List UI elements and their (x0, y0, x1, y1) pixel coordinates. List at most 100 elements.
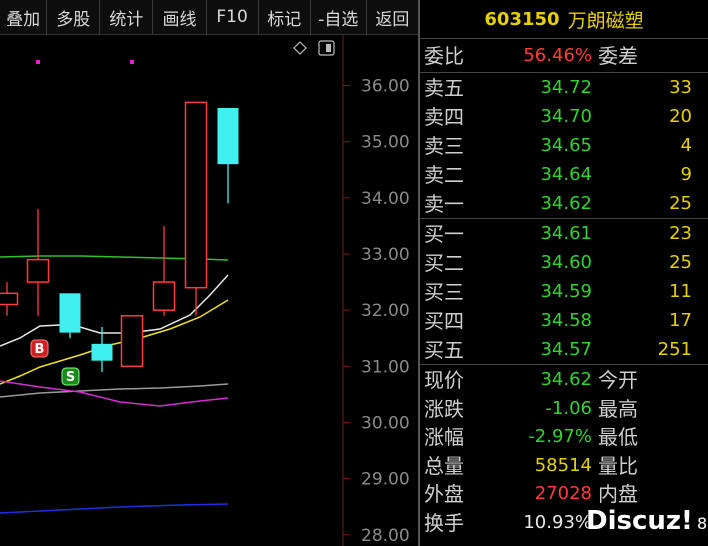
f10-button[interactable]: F10 (207, 0, 259, 34)
stat-value: -2.97% (528, 426, 592, 447)
price-axis-label: 36.00 (361, 77, 410, 97)
stat-label-secondary: 量比 (598, 453, 638, 478)
bid-volume: 23 (669, 223, 692, 244)
stat-label-secondary: 内盘 (598, 482, 638, 506)
marker-dot (130, 60, 134, 64)
ask-price: 34.64 (540, 164, 592, 185)
stock-name: 万朗磁塑 (567, 9, 644, 32)
ask-volume: 9 (680, 164, 692, 185)
ask-volume: 25 (669, 193, 692, 214)
candle-body (184, 101, 208, 289)
overlay-button[interactable]: 叠加 (0, 0, 48, 34)
price-axis-label: 33.00 (361, 245, 410, 265)
separator (420, 218, 708, 219)
bid-row[interactable]: 买三 34.59 11 (420, 278, 708, 306)
stat-row[interactable]: 现价 34.62 今开 (420, 366, 708, 394)
ask-label: 卖五 (424, 76, 464, 100)
diamond-icon[interactable] (293, 41, 307, 55)
stat-row[interactable]: 涨跌 -1.06 最高 (420, 395, 708, 423)
bid-label: 买五 (424, 338, 464, 362)
ask-price: 34.70 (540, 106, 592, 127)
stat-value: -1.06 (545, 397, 592, 419)
candle (184, 101, 208, 316)
bid-row[interactable]: 买一 34.61 23 (420, 220, 708, 248)
buy-marker[interactable]: B (30, 339, 49, 358)
ask-price: 34.72 (540, 77, 592, 98)
candle (0, 282, 19, 316)
weibi-label: 委比 (424, 44, 464, 68)
weibi-value: 56.46% (523, 45, 592, 66)
chart-toolbar: 叠加 多股 统计 画线 F10 标记 -自选 返回 (0, 0, 418, 35)
price-axis-label: 29.00 (361, 470, 410, 490)
stat-label: 外盘 (424, 482, 464, 506)
ask-label: 卖一 (424, 192, 464, 216)
ask-row[interactable]: 卖二 34.64 9 (420, 161, 708, 189)
ask-volume: 20 (669, 106, 692, 127)
bid-label: 买二 (424, 251, 464, 275)
price-axis-label: 32.00 (361, 301, 410, 321)
weibi-row: 委比 56.46% 委差 (420, 42, 708, 70)
bid-price: 34.61 (540, 223, 592, 244)
bid-volume: 251 (657, 339, 692, 360)
candle-body (26, 258, 50, 283)
ask-volume: 4 (680, 135, 692, 156)
bid-row[interactable]: 买二 34.60 25 (420, 249, 708, 277)
buy-marker-label: B (35, 342, 45, 357)
stat-row[interactable]: 外盘 27028 内盘 (420, 480, 708, 508)
ask-volume: 33 (669, 77, 692, 98)
bid-volume: 11 (669, 281, 692, 302)
price-axis-label: 30.00 (361, 413, 410, 433)
price-axis-label: 28.00 (361, 526, 410, 546)
stat-value: 10.93% (523, 511, 592, 533)
statistics-button[interactable]: 统计 (100, 0, 154, 34)
kline-svg[interactable]: 36.00 35.00 34.00 33.00 32.00 31.00 30.00 29.00… (0, 35, 418, 546)
bid-price: 34.59 (540, 281, 592, 302)
candle (120, 315, 144, 368)
stat-row[interactable]: 总量 58514 量比 (420, 452, 708, 480)
bid-price: 34.58 (540, 310, 592, 331)
candle (217, 108, 239, 204)
ask-row[interactable]: 卖四 34.70 20 (420, 103, 708, 131)
ask-price: 34.62 (540, 193, 592, 214)
separator (420, 72, 708, 73)
marker-dots (36, 60, 134, 64)
stock-code: 603150 (484, 8, 560, 30)
stat-value: 27028 (534, 483, 592, 504)
stat-label: 涨跌 (424, 396, 464, 421)
multi-stock-button[interactable]: 多股 (47, 0, 101, 34)
bid-price: 34.57 (540, 339, 592, 360)
stat-label-secondary: 今开 (598, 368, 638, 392)
sell-marker[interactable]: S (61, 367, 80, 386)
candle-body (217, 108, 239, 165)
stat-label-secondary: 最高 (598, 396, 638, 421)
mark-button[interactable]: 标记 (259, 0, 311, 34)
ma-blue-line (0, 503, 229, 514)
bid-row[interactable]: 买四 34.58 17 (420, 307, 708, 335)
bid-row[interactable]: 买五 34.57 251 (420, 336, 708, 364)
draw-line-button[interactable]: 画线 (153, 0, 207, 34)
stat-value: 58514 (534, 454, 592, 476)
price-axis: 36.00 35.00 34.00 33.00 32.00 31.00 30.00 29.00… (343, 77, 410, 546)
bid-label: 买三 (424, 280, 464, 304)
kline-chart[interactable]: 36.00 35.00 34.00 33.00 32.00 31.00 30.00 29.00… (0, 35, 418, 546)
ask-label: 卖四 (424, 105, 464, 129)
bid-label: 买一 (424, 222, 464, 246)
stat-label: 总量 (424, 453, 464, 478)
moving-average-lines (0, 255, 229, 514)
bid-volume: 17 (669, 310, 692, 331)
stat-label: 现价 (424, 368, 464, 392)
ask-label: 卖二 (424, 163, 464, 187)
ask-row[interactable]: 卖三 34.65 4 (420, 132, 708, 160)
stat-label: 涨幅 (424, 425, 464, 449)
quote-panel: 603150 万朗磁塑 委比 56.46% 委差 卖五 34.72 33 卖四 34.7… (420, 0, 708, 546)
back-button[interactable]: 返回 (367, 0, 418, 34)
ask-row[interactable]: 卖一 34.62 25 (420, 190, 708, 218)
candle-body (152, 281, 176, 311)
stat-row[interactable]: 涨幅 -2.97% 最低 (420, 423, 708, 451)
window-toggle-icon[interactable] (318, 40, 335, 56)
price-axis-label: 34.00 (361, 189, 410, 209)
bid-label: 买四 (424, 309, 464, 333)
remove-watchlist-button[interactable]: -自选 (311, 0, 367, 34)
ask-row[interactable]: 卖五 34.72 33 (420, 74, 708, 102)
separator (420, 364, 708, 365)
